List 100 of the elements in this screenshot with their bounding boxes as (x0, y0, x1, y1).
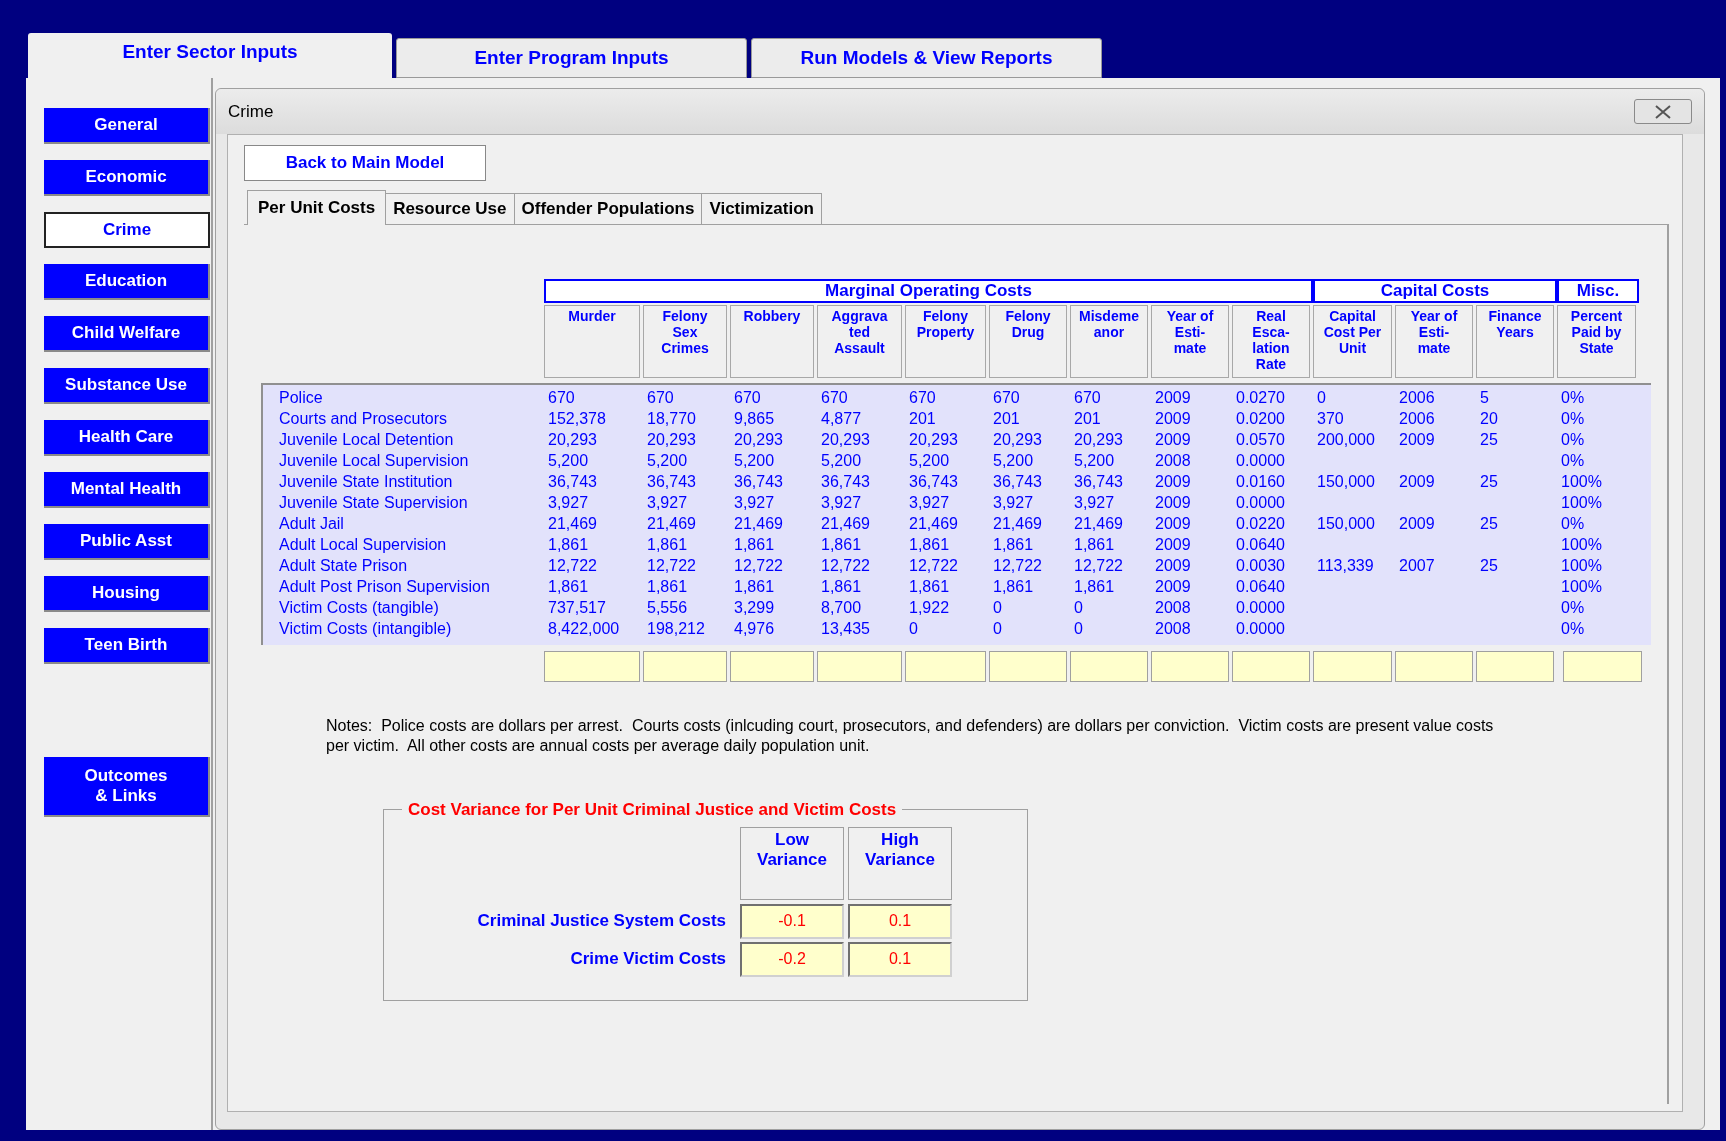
input-field[interactable] (817, 651, 902, 682)
tab[interactable]: Run Models & View Reports (751, 38, 1102, 78)
input-field[interactable] (1395, 651, 1473, 682)
table-cell: 670 (548, 388, 575, 406)
column-header: Robbery (730, 305, 814, 378)
sidebar-button[interactable]: Housing (44, 576, 210, 612)
table-cell: 21,469 (993, 514, 1042, 532)
tab[interactable]: Enter Sector Inputs (28, 33, 392, 78)
table-cell: 12,722 (548, 556, 597, 574)
table-cell: 20,293 (1074, 430, 1123, 448)
sidebar-button[interactable]: Teen Birth (44, 628, 210, 664)
table-cell: 21,469 (548, 514, 597, 532)
table-cell: 3,927 (548, 493, 589, 511)
table-cell: 2009 (1399, 472, 1435, 490)
table-cell: 12,722 (734, 556, 783, 574)
sidebar-button[interactable]: Education (44, 264, 210, 300)
table-cell: 100% (1561, 472, 1602, 490)
tab[interactable]: Offender Populations (514, 193, 703, 224)
table-cell: 21,469 (821, 514, 870, 532)
input-field[interactable] (1313, 651, 1392, 682)
table-cell: 5,200 (993, 451, 1034, 469)
sidebar-button[interactable]: Child Welfare (44, 316, 210, 352)
input-field[interactable]: -0.2 (740, 941, 844, 977)
table-cell: 113,339 (1317, 556, 1374, 574)
table-cell: 20,293 (647, 430, 696, 448)
close-button[interactable] (1634, 99, 1692, 124)
input-field[interactable]: -0.1 (740, 903, 844, 939)
table-cell: 0% (1561, 514, 1585, 532)
sidebar-button[interactable]: Health Care (44, 420, 210, 456)
table-cell: 36,743 (821, 472, 870, 490)
table-cell: 20,293 (821, 430, 870, 448)
table-cell: 3,927 (821, 493, 862, 511)
table-cell: 150,000 (1317, 472, 1375, 490)
table-cell: 0.0640 (1236, 535, 1285, 553)
input-field[interactable] (1151, 651, 1229, 682)
tab[interactable]: Victimization (702, 193, 822, 224)
column-header: Felony Sex Crimes (643, 305, 727, 378)
outcomes-button[interactable]: Outcomes & Links (44, 757, 210, 817)
table-cell: 670 (821, 388, 848, 406)
column-group-header: Capital Costs (1313, 279, 1557, 303)
table-cell: 0.0000 (1236, 451, 1285, 469)
input-field[interactable]: 0.1 (848, 941, 952, 977)
row-label: Adult State Prison (278, 555, 409, 576)
input-field[interactable] (643, 651, 727, 682)
table-cell: 21,469 (647, 514, 696, 532)
table-cell: 21,469 (1074, 514, 1123, 532)
input-field[interactable] (544, 651, 640, 682)
sidebar-button[interactable]: General (44, 108, 210, 144)
input-field[interactable] (1563, 651, 1642, 682)
tab[interactable]: Per Unit Costs (247, 190, 387, 225)
column-header: Capital Cost Per Unit (1313, 305, 1392, 378)
input-field[interactable]: 0.1 (848, 903, 952, 939)
table-cell: 36,743 (647, 472, 696, 490)
table-cell: 670 (734, 388, 761, 406)
column-header: Misdeme anor (1070, 305, 1148, 378)
input-field[interactable] (730, 651, 814, 682)
table-cell: 2006 (1399, 409, 1435, 427)
input-field[interactable] (1232, 651, 1310, 682)
column-header: Real Esca- lation Rate (1232, 305, 1310, 378)
table-cell: 5 (1480, 388, 1489, 406)
table-cell: 150,000 (1317, 514, 1375, 532)
table-cell: 2009 (1399, 430, 1435, 448)
table-cell: 36,743 (909, 472, 958, 490)
table-cell: 0% (1561, 451, 1585, 469)
table-cell: 36,743 (548, 472, 597, 490)
tab[interactable]: Resource Use (386, 193, 515, 224)
input-field[interactable] (989, 651, 1067, 682)
row-label: Adult Local Supervision (278, 534, 448, 555)
sidebar-button[interactable]: Mental Health (44, 472, 210, 508)
input-field[interactable] (905, 651, 986, 682)
sidebar-button[interactable]: Public Asst (44, 524, 210, 560)
table-cell: 3,927 (909, 493, 950, 511)
sidebar-button[interactable]: Economic (44, 160, 210, 196)
table-cell: 1,861 (548, 535, 589, 553)
table-cell: 1,861 (909, 535, 950, 553)
table-cell: 8,700 (821, 598, 862, 616)
input-field[interactable] (1476, 651, 1554, 682)
table-cell: 198,212 (647, 619, 705, 637)
table-cell: 3,927 (993, 493, 1034, 511)
table-cell: 5,200 (548, 451, 589, 469)
table-cell: 1,861 (647, 535, 688, 553)
column-header: Year of Esti- mate (1151, 305, 1229, 378)
row-label: Juvenile State Supervision (278, 492, 469, 513)
sidebar-button[interactable]: Substance Use (44, 368, 210, 404)
back-button[interactable]: Back to Main Model (244, 145, 486, 181)
row-label: Victim Costs (intangible) (278, 618, 453, 639)
tab[interactable]: Enter Program Inputs (396, 38, 747, 78)
column-group-header: Misc. (1557, 279, 1639, 303)
table-cell: 1,861 (993, 577, 1034, 595)
table-cell: 21,469 (734, 514, 783, 532)
row-label: Juvenile Local Detention (278, 429, 455, 450)
table-cell: 2009 (1155, 388, 1191, 406)
input-field[interactable] (1070, 651, 1148, 682)
table-cell: 20 (1480, 409, 1498, 427)
table-cell: 152,378 (548, 409, 606, 427)
table-cell: 1,861 (647, 577, 688, 595)
table-cell: 370 (1317, 409, 1344, 427)
table-cell: 36,743 (734, 472, 783, 490)
sidebar-button[interactable]: Crime (44, 212, 210, 248)
table-cell: 25 (1480, 430, 1498, 448)
